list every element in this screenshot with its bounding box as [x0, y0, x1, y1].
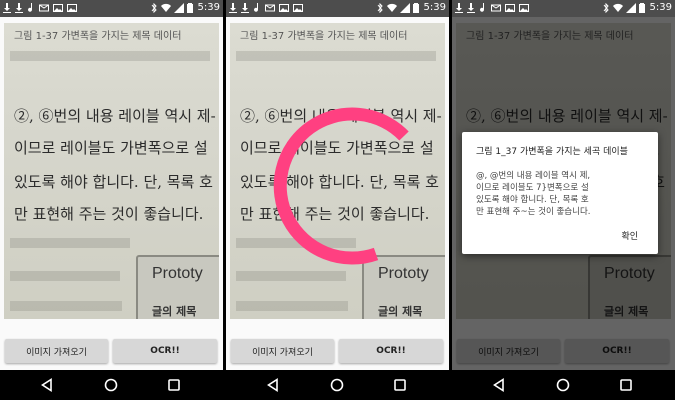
download-icon: [467, 3, 475, 13]
ocr-result-dialog: 그림 1_37 가변폭을 가지는 세곡 데이블 @, @번의 내용 레이블 역시…: [462, 132, 658, 254]
clock: 5:39: [649, 2, 672, 13]
wifi-icon: [160, 3, 171, 12]
back-icon[interactable]: [492, 378, 506, 392]
notification-icons: [229, 3, 303, 13]
photo-caption: 그림 1-37 가변폭을 가지는 제목 데이터: [240, 31, 408, 42]
home-icon[interactable]: [556, 378, 570, 392]
bluetooth-icon: [603, 2, 609, 13]
ocr-button[interactable]: OCR!!: [113, 339, 217, 363]
image-icon: [505, 4, 515, 12]
photo-blur-row: [10, 271, 120, 281]
dialog-ok-button[interactable]: 확인: [621, 229, 638, 242]
wifi-icon: [612, 3, 623, 12]
back-icon[interactable]: [40, 378, 54, 392]
music-note-icon: [28, 3, 33, 12]
prototype-subtitle: 글의 제목: [378, 305, 423, 318]
battery-icon: [638, 2, 645, 13]
screen-loading: 5:39 그림 1-37 가변폭을 가지는 제목 데이터 ②, ⑥번의 내용 레…: [226, 0, 449, 400]
dialog-message-line: 만 표현해 주~는 것이 좋습니다.: [476, 207, 591, 217]
photo-caption: 그림 1-37 가변폭을 가지는 제목 데이터: [14, 31, 182, 42]
recent-apps-icon[interactable]: [168, 379, 180, 391]
prototype-title: Prototy: [152, 265, 203, 282]
dialog-message: @, @번의 내용 레이블 역시 제, 이므로 레이블도 7}변폭으로 설 있도…: [476, 170, 590, 218]
status-bar: 5:39: [0, 0, 223, 17]
photo-text-line: 있도록 해야 합니다. 단, 목록 호: [14, 173, 213, 191]
dialog-title: 그림 1_37 가변폭을 가지는 세곡 데이블: [476, 147, 628, 157]
bluetooth-icon: [377, 2, 383, 13]
download-icon: [15, 3, 23, 13]
prototype-subtitle: 글의 제목: [152, 305, 197, 318]
email-icon: [39, 4, 49, 12]
email-icon: [265, 4, 275, 12]
home-icon[interactable]: [104, 378, 118, 392]
image-icon: [67, 4, 77, 12]
signal-icon: [173, 2, 184, 13]
system-icons: 5:39: [150, 2, 220, 13]
photo-blur-row: [10, 238, 130, 248]
screen-result: 5:39 그림 1-37 가변폭을 가지는 제목 데이터 ②, ⑥번의 내용 레…: [452, 0, 675, 400]
image-icon: [519, 4, 529, 12]
navigation-bar: [226, 370, 449, 400]
signal-icon: [625, 2, 636, 13]
email-icon: [491, 4, 501, 12]
download-icon: [3, 3, 11, 13]
photo-blur-row: [236, 51, 436, 61]
image-icon: [53, 4, 63, 12]
import-image-button[interactable]: 이미지 가져오기: [231, 339, 334, 363]
photo-text-line: 이므로 레이블도 가변폭으로 설: [14, 139, 208, 157]
download-icon: [455, 3, 463, 13]
back-icon[interactable]: [266, 378, 280, 392]
wifi-icon: [386, 3, 397, 12]
dialog-message-line: 이므로 레이블도 7}변폭으로 설: [476, 183, 589, 193]
loading-spinner-icon: [273, 107, 409, 265]
dialog-message-line: 있도록 해야 합니다. 단, 목록 호: [476, 195, 589, 205]
image-icon: [279, 4, 289, 12]
navigation-bar: [452, 370, 675, 400]
status-bar: 5:39: [226, 0, 449, 17]
ocr-button[interactable]: OCR!!: [339, 339, 443, 363]
music-note-icon: [480, 3, 485, 12]
dialog-message-line: @, @번의 내용 레이블 역시 제,: [476, 171, 591, 181]
screen-initial: 5:39 그림 1-37 가변폭을 가지는 제목 데이터 ②, ⑥번의 내용 레…: [0, 0, 223, 400]
notification-icons: [455, 3, 529, 13]
music-note-icon: [254, 3, 259, 12]
system-icons: 5:39: [376, 2, 446, 13]
download-icon: [229, 3, 237, 13]
notification-icons: [3, 3, 77, 13]
download-icon: [241, 3, 249, 13]
navigation-bar: [0, 370, 223, 400]
photo-blur-row: [236, 301, 348, 311]
status-bar: 5:39: [452, 0, 675, 17]
photo-blur-row: [10, 51, 210, 61]
recent-apps-icon[interactable]: [620, 379, 632, 391]
home-icon[interactable]: [330, 378, 344, 392]
battery-icon: [186, 2, 193, 13]
battery-icon: [412, 2, 419, 13]
book-photo: 그림 1-37 가변폭을 가지는 제목 데이터 ②, ⑥번의 내용 레이블 역시…: [4, 23, 219, 319]
prototype-box: Prototy 글의 제목: [136, 255, 219, 319]
image-icon: [293, 4, 303, 12]
photo-text-line: ②, ⑥번의 내용 레이블 역시 제-: [14, 107, 216, 125]
clock: 5:39: [423, 2, 446, 13]
photo-text-line: 만 표현해 주는 것이 좋습니다.: [14, 205, 204, 223]
signal-icon: [399, 2, 410, 13]
photo-blur-row: [10, 301, 122, 311]
import-image-button[interactable]: 이미지 가져오기: [5, 339, 108, 363]
system-icons: 5:39: [602, 2, 672, 13]
recent-apps-icon[interactable]: [394, 379, 406, 391]
clock: 5:39: [197, 2, 220, 13]
bluetooth-icon: [151, 2, 157, 13]
